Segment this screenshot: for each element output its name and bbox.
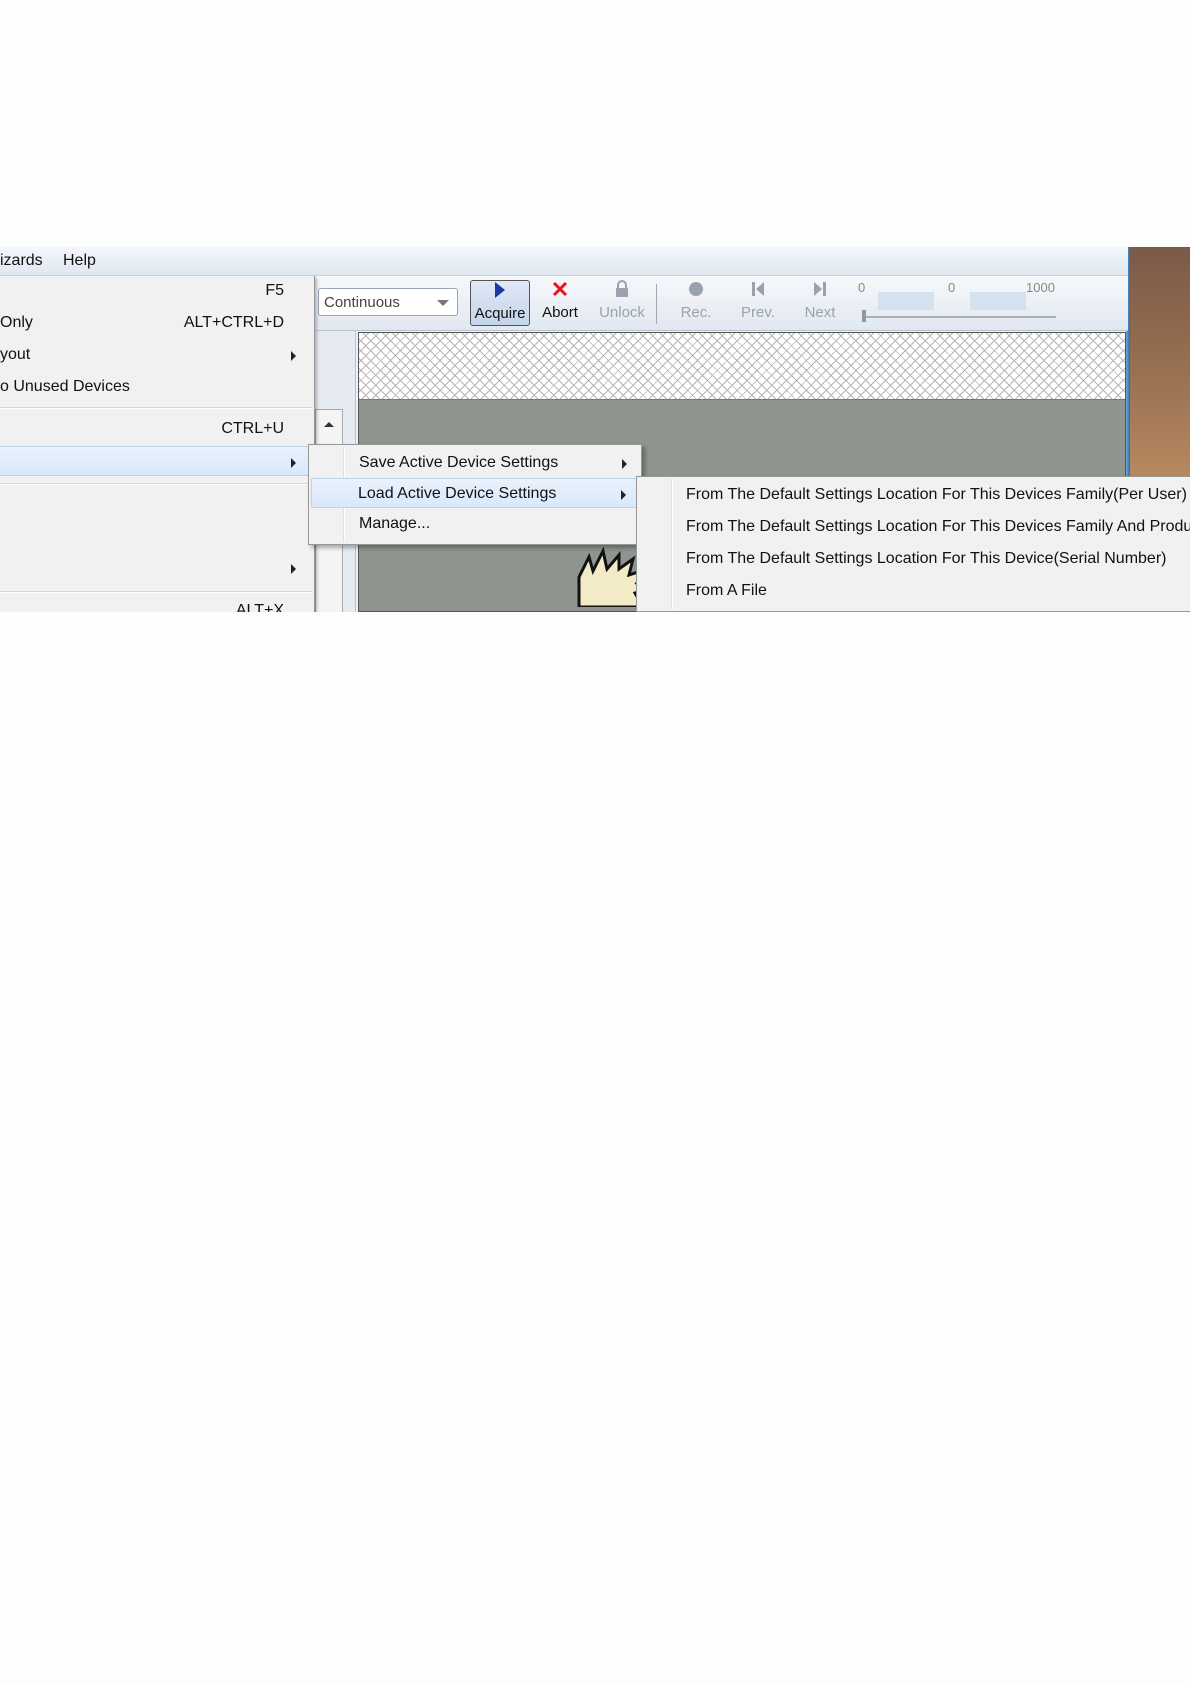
- acquisition-mode-value: Continuous: [324, 294, 400, 311]
- toolbar-separator: [656, 284, 657, 324]
- menu-item-label: o Unused Devices: [0, 378, 130, 395]
- menu-item-load-device-serial[interactable]: From The Default Settings Location For T…: [639, 544, 1190, 574]
- previous-button[interactable]: Prev.: [728, 280, 788, 326]
- menu-item-label: Save Active Device Settings: [359, 454, 559, 471]
- menu-bar: izards Help: [0, 247, 1128, 276]
- menu-item-label: From A File: [686, 582, 767, 599]
- menu-item-label: yout: [0, 346, 31, 363]
- frame-slider-track[interactable]: [864, 316, 1056, 318]
- device-settings-submenu: Save Active Device Settings Load Active …: [308, 444, 642, 545]
- menu-separator: [0, 591, 312, 593]
- menu-item-shortcut: ALT+X: [235, 602, 284, 612]
- menu-item-label: Manage...: [359, 515, 431, 532]
- menu-item-load-family-and-product[interactable]: From The Default Settings Location For T…: [639, 512, 1190, 542]
- menu-separator: [0, 407, 312, 409]
- previous-icon: [728, 280, 788, 304]
- menu-item-save-settings[interactable]: Save Active Device Settings: [311, 448, 639, 478]
- menu-item-load-settings[interactable]: Load Active Device Settings: [311, 478, 639, 508]
- abort-button[interactable]: Abort: [530, 280, 590, 326]
- menu-item-exit[interactable]: ALT+X: [0, 596, 312, 612]
- menu-item-ctrl-u[interactable]: CTRL+U: [0, 414, 312, 444]
- menu-separator: [0, 483, 312, 485]
- menu-wizards[interactable]: izards: [0, 252, 43, 270]
- abort-label: Abort: [542, 304, 578, 321]
- submenu-arrow-icon: [291, 458, 296, 468]
- menu-item-label: From The Default Settings Location For T…: [686, 550, 1167, 567]
- acquire-label: Acquire: [474, 305, 526, 322]
- record-button[interactable]: Rec.: [666, 280, 726, 326]
- range-current: 0: [948, 280, 956, 295]
- acquisition-toolbar: Continuous Acquire Abort Unlock Rec. Pre…: [316, 276, 1128, 331]
- menu-item-device-settings[interactable]: [0, 446, 312, 476]
- previous-label: Prev.: [741, 304, 775, 321]
- menu-item-load-family-per-user[interactable]: From The Default Settings Location For T…: [639, 480, 1190, 510]
- frame-range: 0 0 1000: [852, 278, 1062, 326]
- main-dropdown-menu: F5 Only ALT+CTRL+D yout o Unused Devices…: [0, 276, 315, 612]
- range-max: 1000: [1026, 280, 1055, 295]
- menu-item-refresh[interactable]: F5: [0, 276, 312, 306]
- menu-item-manage[interactable]: Manage...: [311, 509, 639, 539]
- range-min-field[interactable]: [878, 292, 934, 310]
- menu-item-shortcut: ALT+CTRL+D: [183, 314, 284, 331]
- record-icon: [666, 280, 726, 304]
- load-settings-submenu: From The Default Settings Location For T…: [636, 476, 1190, 612]
- menu-item-label: From The Default Settings Location For T…: [686, 486, 1187, 503]
- acquire-button[interactable]: Acquire: [470, 280, 530, 326]
- application-window: izards Help Continuous Acquire Abort Unl…: [0, 247, 1190, 612]
- range-current-field[interactable]: [970, 292, 1026, 310]
- menu-item-unused-devices[interactable]: o Unused Devices: [0, 372, 312, 402]
- menu-item-shortcut: F5: [265, 282, 284, 299]
- menu-item-label: Only: [0, 314, 33, 331]
- empty-area-hatch: [359, 333, 1125, 400]
- frame-slider-thumb[interactable]: [862, 310, 866, 322]
- menu-item-load-from-file[interactable]: From A File: [639, 576, 1190, 606]
- menu-item-label: Load Active Device Settings: [358, 485, 557, 502]
- range-min: 0: [858, 280, 866, 295]
- menu-item-submenu[interactable]: [0, 553, 312, 583]
- menu-item-only[interactable]: Only ALT+CTRL+D: [0, 308, 312, 338]
- submenu-arrow-icon: [291, 351, 296, 361]
- menu-help[interactable]: Help: [63, 252, 96, 270]
- unlock-label: Unlock: [599, 304, 645, 321]
- record-label: Rec.: [680, 304, 712, 321]
- menu-item-layout[interactable]: yout: [0, 340, 312, 370]
- submenu-arrow-icon: [291, 564, 296, 574]
- scroll-up-icon[interactable]: [324, 422, 334, 427]
- submenu-arrow-icon: [621, 490, 626, 500]
- chevron-down-icon: [437, 300, 449, 306]
- next-label: Next: [804, 304, 836, 321]
- next-icon: [790, 280, 850, 304]
- play-icon: [471, 281, 529, 305]
- unlock-button[interactable]: Unlock: [592, 280, 652, 326]
- menu-item-shortcut: CTRL+U: [221, 420, 284, 437]
- submenu-arrow-icon: [622, 459, 627, 469]
- menu-item-label: From The Default Settings Location For T…: [686, 518, 1190, 535]
- lock-icon: [592, 280, 652, 304]
- acquisition-mode-select[interactable]: Continuous: [318, 288, 458, 316]
- next-button[interactable]: Next: [790, 280, 850, 326]
- close-icon: [530, 280, 590, 304]
